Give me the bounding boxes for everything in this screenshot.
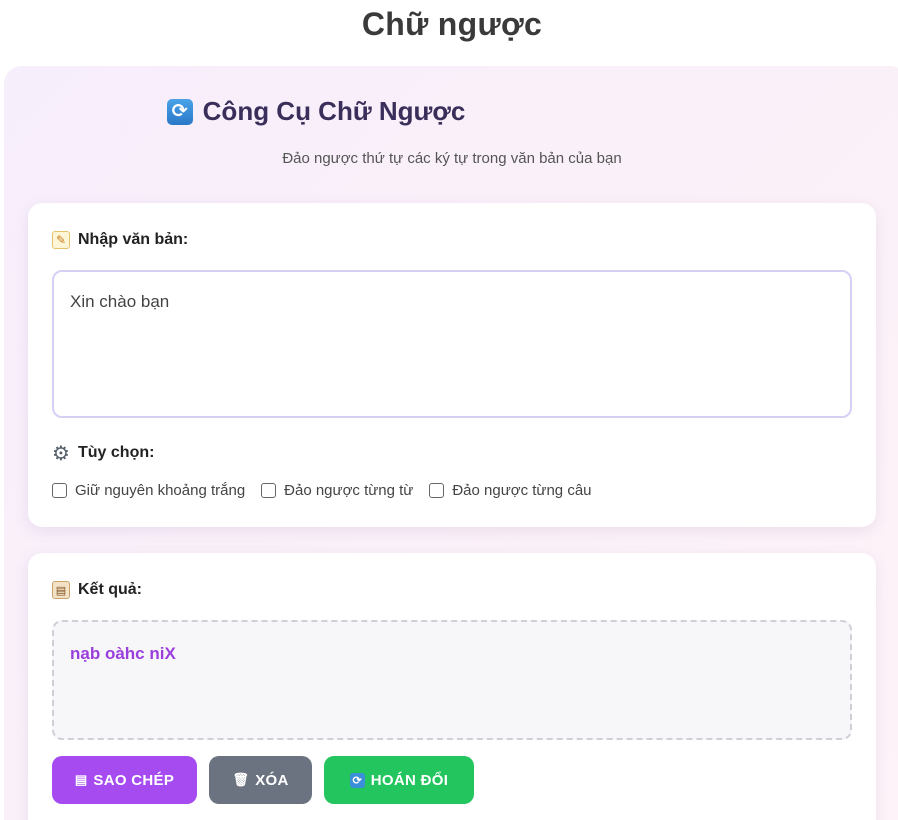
option-label: Đảo ngược từng câu [452,482,592,499]
swap-button-label: HOÁN ĐỔI [370,771,449,789]
copy-button[interactable]: ▤ SAO CHÉP [52,756,197,804]
clipboard-icon: ▤ [52,581,70,599]
clipboard-icon: ▤ [74,772,88,787]
app-title: Công Cụ Chữ Ngược [202,96,466,126]
trash-icon: 🗑 [232,772,250,787]
input-label-text: Nhập văn bản: [78,231,189,248]
copy-button-label: SAO CHÉP [93,771,175,789]
app-header-row: ⟳ Công Cụ Chữ Ngược [4,96,628,127]
option-label: Đảo ngược từng từ [284,482,414,499]
result-card: ▤ Kết quả: nạb oàhc niX ▤ SAO CHÉP 🗑 XÓA… [28,553,876,820]
option-label: Giữ nguyên khoảng trắng [75,482,246,499]
gear-icon: ⚙ [52,442,70,465]
swap-button[interactable]: ⟳ HOÁN ĐỔI [324,756,474,804]
refresh-icon: ⟳ [349,772,365,788]
reverse-sentences-checkbox[interactable] [429,483,445,498]
clear-button-label: XÓA [255,771,289,789]
refresh-icon: ⟳ [166,98,193,125]
result-output: nạb oàhc niX [52,620,852,740]
option-keep-spaces[interactable]: Giữ nguyên khoảng trắng [52,482,245,499]
options-label: ⚙ Tùy chọn: [52,442,155,465]
options-label-text: Tùy chọn: [78,444,155,461]
options-row: Giữ nguyên khoảng trắng Đảo ngược từng t… [52,482,592,499]
clear-button[interactable]: 🗑 XÓA [209,756,312,804]
app-header: ⟳ Công Cụ Chữ Ngược [4,96,628,127]
page-title: Chữ ngược [361,6,543,42]
reverse-words-checkbox[interactable] [261,483,277,498]
memo-icon: ✎ [52,231,70,249]
result-label: ▤ Kết quả: [52,581,142,599]
action-buttons: ▤ SAO CHÉP 🗑 XÓA ⟳ HOÁN ĐỔI [52,756,474,804]
option-reverse-words[interactable]: Đảo ngược từng từ [261,482,413,499]
input-label: ✎ Nhập văn bản: [52,231,188,249]
input-card: ✎ Nhập văn bản: ⚙ Tùy chọn: Giữ nguyên k… [28,203,876,527]
app-subtitle: Đảo ngược thứ tự các ký tự trong văn bản… [282,150,622,167]
option-reverse-sentences[interactable]: Đảo ngược từng câu [429,482,592,499]
result-label-text: Kết quả: [78,581,142,598]
text-input[interactable] [52,270,852,418]
keep-spaces-checkbox[interactable] [52,483,67,498]
